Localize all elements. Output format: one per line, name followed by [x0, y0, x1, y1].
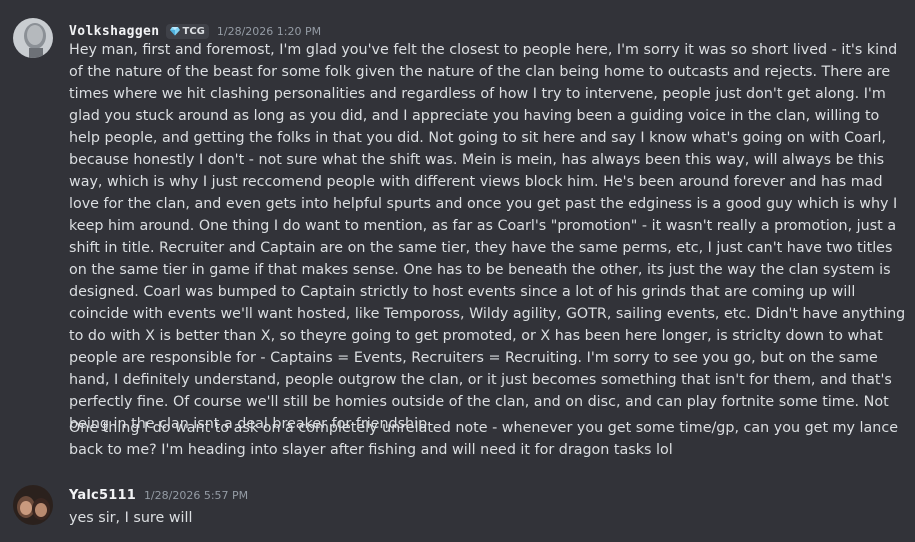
avatar-image: [13, 485, 53, 525]
message-header: Yalc5111 1/28/2026 5:57 PM: [69, 485, 248, 505]
server-tag-label: TCG: [182, 25, 205, 37]
timestamp[interactable]: 1/28/2026 1:20 PM: [217, 25, 321, 38]
chat-messages: Volkshaggen TCG 1/28/2026 1:20 PM Hey ma…: [0, 0, 915, 542]
server-tag-badge[interactable]: TCG: [165, 23, 209, 39]
username[interactable]: Volkshaggen: [69, 24, 160, 39]
diamond-icon: [169, 27, 180, 36]
message-text: One thing I do want to ask on a complete…: [69, 420, 898, 458]
avatar-image: [13, 18, 53, 58]
avatar[interactable]: [13, 485, 53, 525]
message-text: Hey man, first and foremost, I'm glad yo…: [69, 42, 906, 432]
username[interactable]: Yalc5111: [69, 488, 136, 503]
timestamp[interactable]: 1/28/2026 5:57 PM: [144, 489, 248, 502]
avatar[interactable]: [13, 18, 53, 58]
message-header: Volkshaggen TCG 1/28/2026 1:20 PM: [69, 21, 321, 41]
message-text: yes sir, I sure will: [69, 510, 193, 526]
